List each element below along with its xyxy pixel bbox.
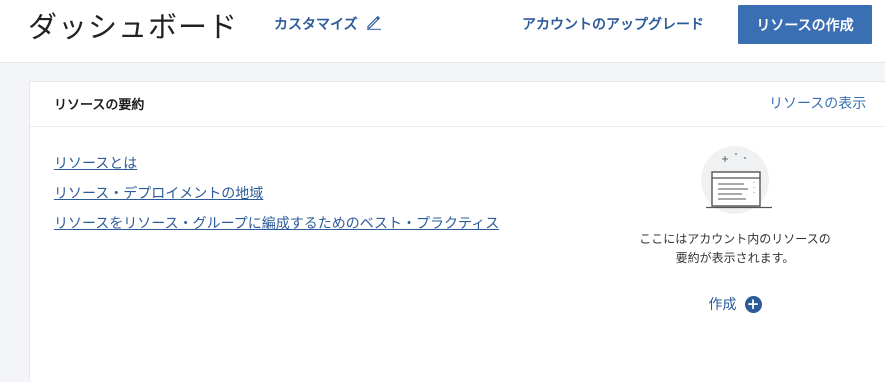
customize-button[interactable]: カスタマイズ	[274, 14, 382, 34]
link-deployment-regions[interactable]: リソース・デプロイメントの地域	[54, 186, 499, 216]
empty-state-message: ここにはアカウント内のリソースの 要約が表示されます。	[639, 232, 831, 265]
plus-circle-icon: +	[744, 295, 762, 313]
empty-state: ここにはアカウント内のリソースの 要約が表示されます。 作成 +	[620, 146, 850, 314]
card-title: リソースの要約	[54, 98, 145, 113]
pencil-icon	[366, 14, 382, 34]
view-resources-link[interactable]: リソースの表示	[769, 93, 866, 113]
link-what-are-resources[interactable]: リソースとは	[54, 156, 499, 186]
customize-label: カスタマイズ	[274, 17, 358, 33]
link-resource-group-best-practices[interactable]: リソースをリソース・グループに編成するためのベスト・プラクティス	[54, 216, 499, 246]
create-resource-button[interactable]: リソースの作成	[738, 5, 872, 44]
create-label: 作成	[708, 297, 737, 313]
page-title: ダッシュボード	[28, 10, 239, 44]
upgrade-account-link[interactable]: アカウントのアップグレード	[522, 14, 704, 34]
card-header: リソースの要約 リソースの表示	[30, 82, 885, 127]
resource-summary-card: リソースの要約 リソースの表示 リソースとは リソース・デプロイメントの地域 リ…	[29, 81, 885, 382]
window-list-illustration-icon	[701, 146, 772, 214]
create-button[interactable]: 作成 +	[709, 294, 762, 314]
top-header: ダッシュボード カスタマイズ アカウントのアップグレード リソースの作成	[0, 0, 885, 63]
help-links: リソースとは リソース・デプロイメントの地域 リソースをリソース・グループに編成…	[54, 156, 499, 246]
